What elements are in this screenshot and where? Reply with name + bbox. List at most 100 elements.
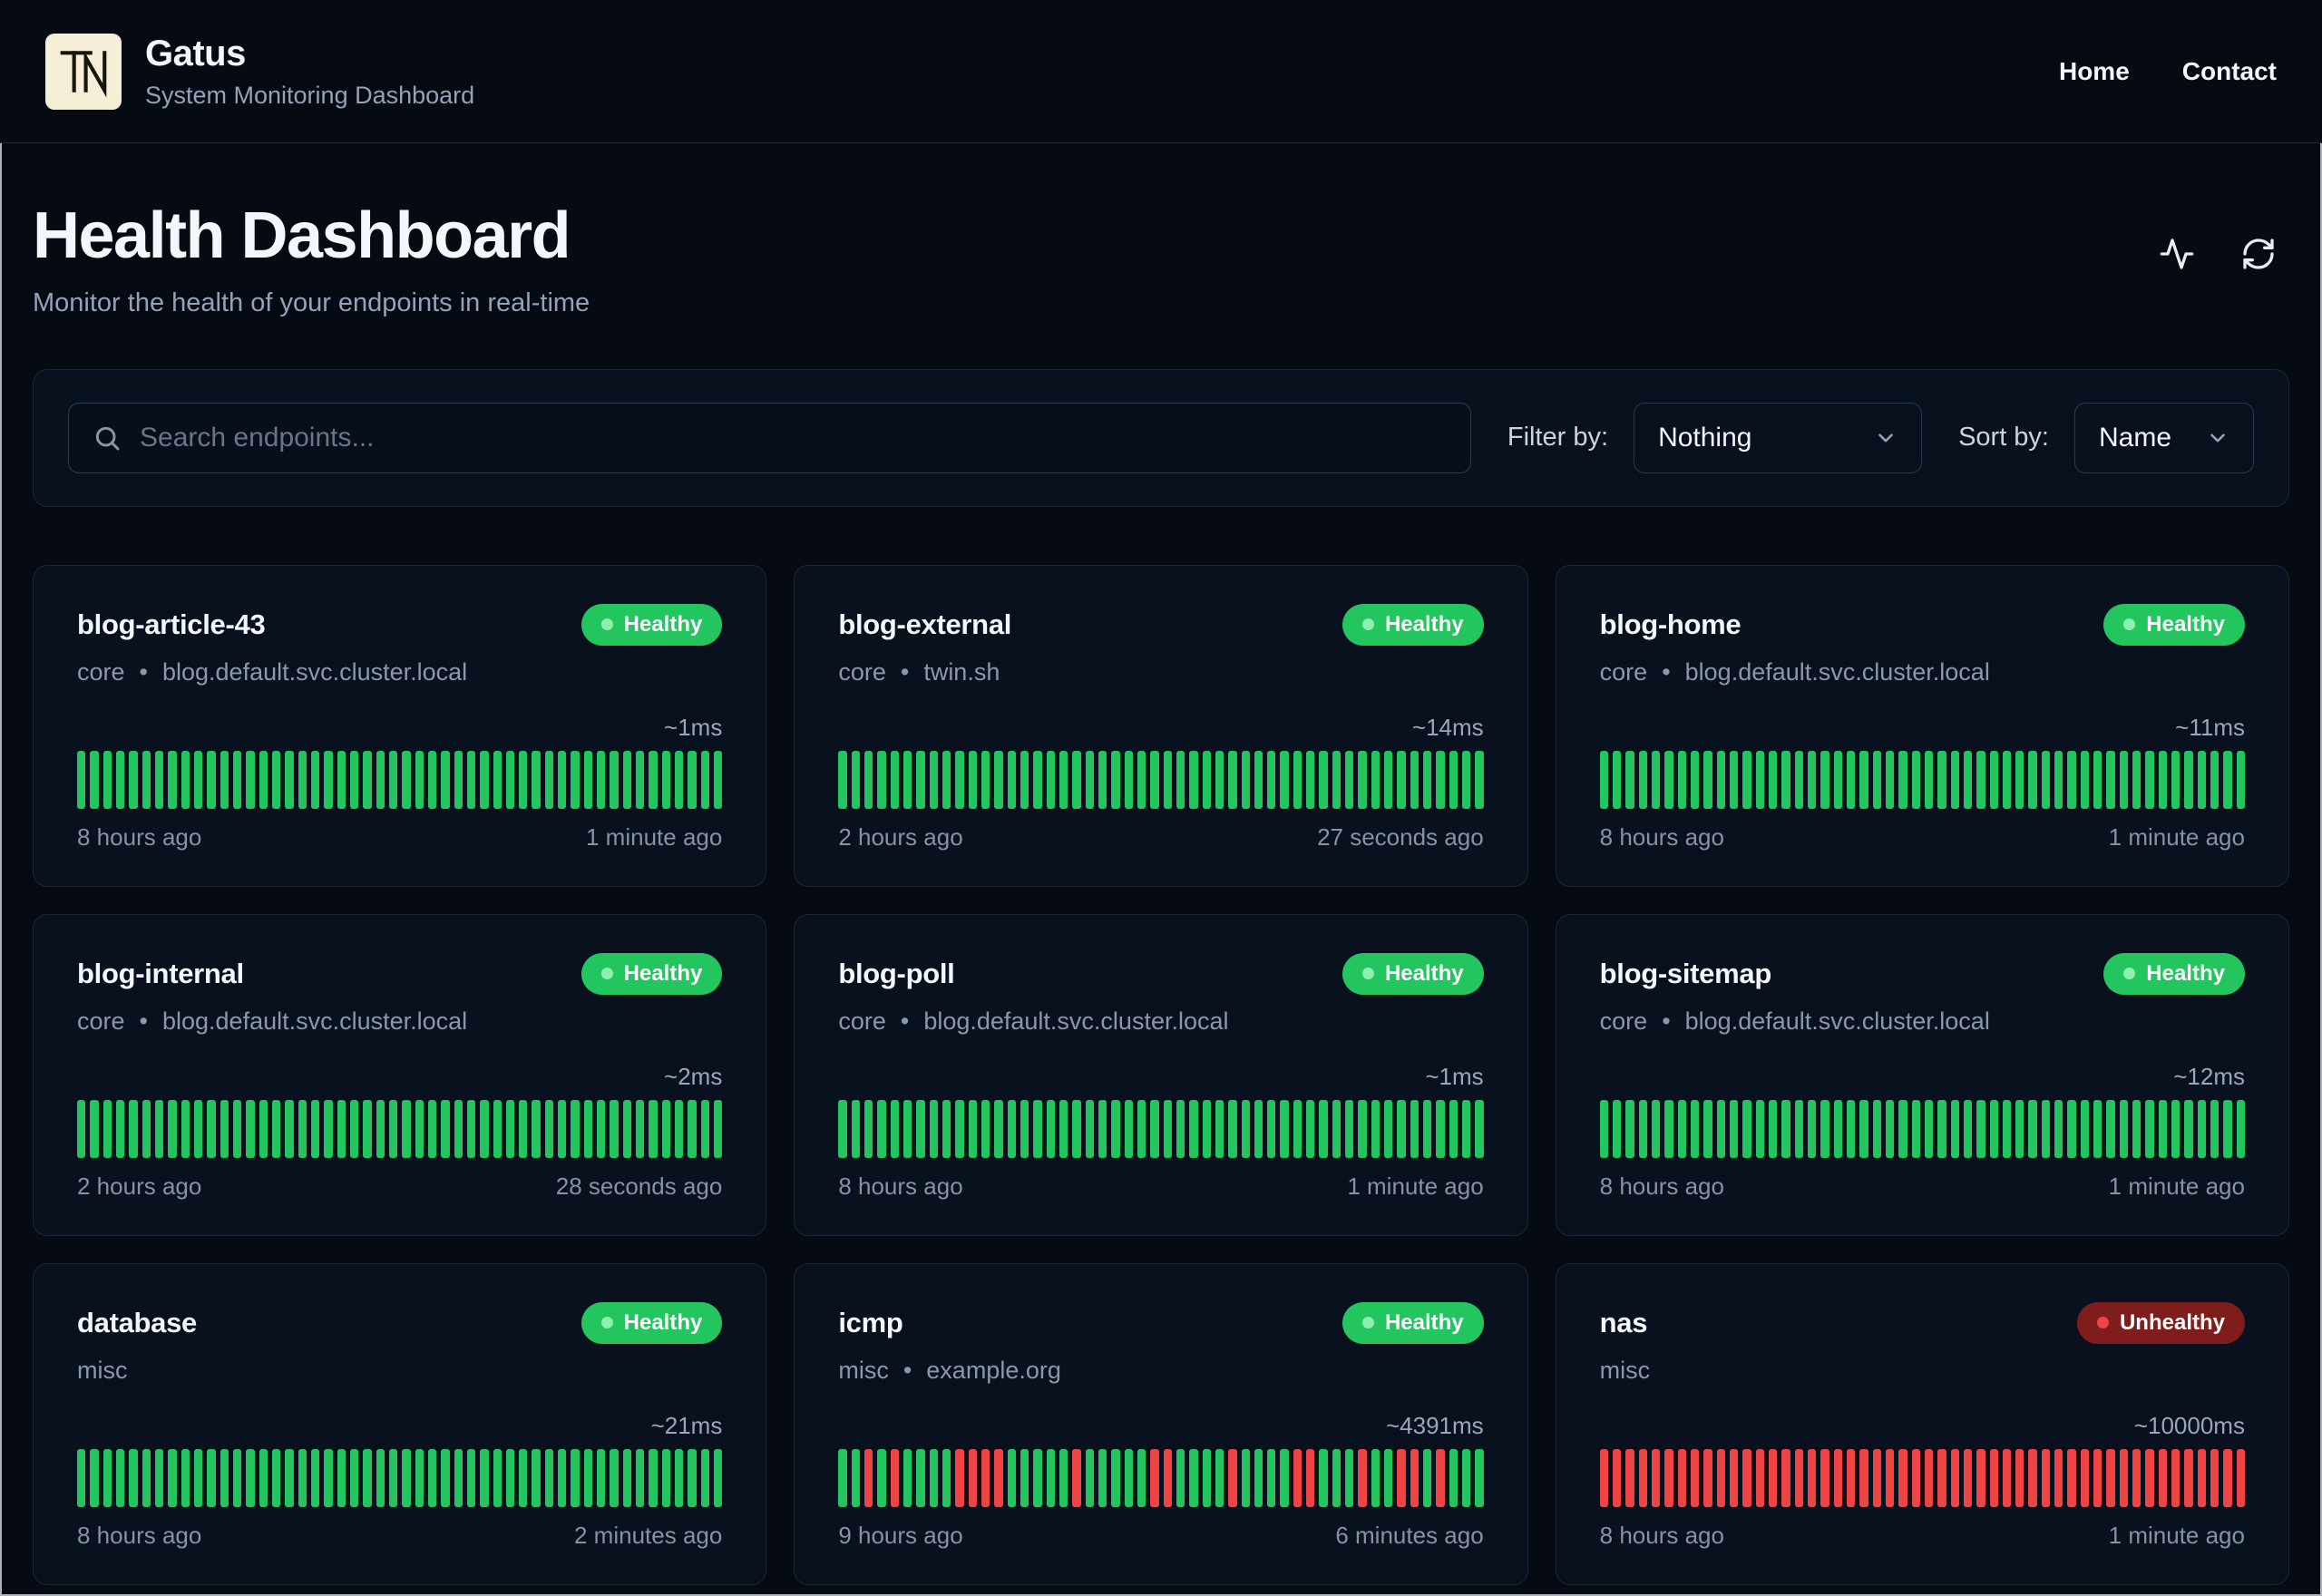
uptime-bar-up[interactable] — [1612, 1099, 1622, 1158]
uptime-bar-up[interactable] — [571, 1448, 580, 1507]
uptime-bar-up[interactable] — [1781, 1099, 1790, 1158]
uptime-bar-up[interactable] — [1716, 1099, 1725, 1158]
uptime-bar-up[interactable] — [168, 750, 177, 809]
uptime-bar-up[interactable] — [622, 750, 632, 809]
uptime-bar-down[interactable] — [863, 1448, 873, 1507]
uptime-bar-up[interactable] — [376, 750, 385, 809]
uptime-bar-up[interactable] — [2145, 1099, 2154, 1158]
uptime-bar-up[interactable] — [2132, 750, 2142, 809]
uptime-bar-up[interactable] — [141, 1448, 151, 1507]
uptime-bar-up[interactable] — [1638, 750, 1647, 809]
uptime-bar-down[interactable] — [1651, 1448, 1661, 1507]
uptime-bar-up[interactable] — [129, 1099, 138, 1158]
uptime-bar-up[interactable] — [916, 750, 925, 809]
uptime-bar-up[interactable] — [1033, 1099, 1042, 1158]
uptime-bar-up[interactable] — [941, 1099, 951, 1158]
uptime-bar-up[interactable] — [388, 1448, 398, 1507]
uptime-bar-up[interactable] — [661, 1099, 671, 1158]
uptime-bar-down[interactable] — [1807, 1448, 1817, 1507]
uptime-bar-up[interactable] — [2015, 1099, 2024, 1158]
uptime-bar-up[interactable] — [2028, 1099, 2037, 1158]
uptime-bar-up[interactable] — [851, 750, 860, 809]
uptime-bar-up[interactable] — [129, 750, 138, 809]
uptime-bar-up[interactable] — [2080, 750, 2090, 809]
uptime-bar-up[interactable] — [597, 1099, 606, 1158]
uptime-bar-up[interactable] — [544, 1099, 554, 1158]
uptime-bar-up[interactable] — [2171, 750, 2181, 809]
uptime-bar-up[interactable] — [902, 1099, 912, 1158]
uptime-bar-up[interactable] — [1241, 1099, 1250, 1158]
uptime-bar-up[interactable] — [1371, 750, 1381, 809]
uptime-bar-down[interactable] — [1306, 1448, 1315, 1507]
uptime-bar-up[interactable] — [1111, 1099, 1120, 1158]
uptime-bar-up[interactable] — [544, 1448, 554, 1507]
uptime-bar-down[interactable] — [1436, 1448, 1445, 1507]
uptime-bar-up[interactable] — [2171, 1099, 2181, 1158]
uptime-bar-up[interactable] — [271, 1099, 281, 1158]
uptime-bar-up[interactable] — [298, 750, 307, 809]
uptime-bar-down[interactable] — [1163, 1448, 1172, 1507]
uptime-bar-up[interactable] — [688, 750, 697, 809]
uptime-bar-up[interactable] — [2210, 750, 2220, 809]
uptime-bar-up[interactable] — [376, 1099, 385, 1158]
uptime-bar-up[interactable] — [1625, 750, 1634, 809]
uptime-bar-up[interactable] — [1111, 750, 1120, 809]
uptime-bar-up[interactable] — [349, 1448, 359, 1507]
uptime-bar-up[interactable] — [1280, 1099, 1289, 1158]
uptime-bar-down[interactable] — [968, 1448, 977, 1507]
uptime-bar-up[interactable] — [1625, 1099, 1634, 1158]
uptime-bar-up[interactable] — [558, 750, 567, 809]
uptime-bar-up[interactable] — [714, 1448, 723, 1507]
uptime-bar-up[interactable] — [1228, 750, 1237, 809]
uptime-bar-up[interactable] — [649, 1099, 658, 1158]
uptime-bar-up[interactable] — [220, 1099, 229, 1158]
uptime-bar-up[interactable] — [1072, 1099, 1081, 1158]
uptime-bar-up[interactable] — [1924, 750, 1934, 809]
uptime-bar-up[interactable] — [571, 1099, 580, 1158]
uptime-bar-up[interactable] — [675, 1099, 684, 1158]
uptime-bar-down[interactable] — [1963, 1448, 1973, 1507]
uptime-bar-up[interactable] — [232, 1099, 242, 1158]
uptime-bar-up[interactable] — [337, 1448, 346, 1507]
uptime-bar-up[interactable] — [1742, 750, 1751, 809]
uptime-bar-up[interactable] — [1807, 750, 1817, 809]
uptime-bar-up[interactable] — [1332, 1448, 1341, 1507]
uptime-bar-up[interactable] — [259, 1448, 268, 1507]
uptime-bar-up[interactable] — [610, 1448, 619, 1507]
uptime-bar-down[interactable] — [994, 1448, 1003, 1507]
uptime-bar-down[interactable] — [1911, 1448, 1920, 1507]
uptime-bar-down[interactable] — [2145, 1448, 2154, 1507]
uptime-bar-up[interactable] — [1189, 1448, 1198, 1507]
uptime-bar-up[interactable] — [1371, 1448, 1381, 1507]
uptime-bar-up[interactable] — [1651, 1099, 1661, 1158]
uptime-bar-up[interactable] — [1345, 1448, 1354, 1507]
uptime-bar-up[interactable] — [1859, 750, 1868, 809]
uptime-bar-down[interactable] — [2093, 1448, 2102, 1507]
uptime-bar-up[interactable] — [1872, 750, 1881, 809]
uptime-bar-up[interactable] — [851, 1448, 860, 1507]
uptime-bar-up[interactable] — [1898, 750, 1907, 809]
uptime-bar-up[interactable] — [1384, 1448, 1393, 1507]
uptime-bar-up[interactable] — [480, 1448, 489, 1507]
uptime-bar-up[interactable] — [427, 1448, 437, 1507]
uptime-bar-up[interactable] — [610, 1099, 619, 1158]
uptime-bar-down[interactable] — [1625, 1448, 1634, 1507]
uptime-bar-up[interactable] — [1976, 750, 1985, 809]
uptime-bar-up[interactable] — [1345, 750, 1354, 809]
uptime-bar-up[interactable] — [168, 1448, 177, 1507]
uptime-bar-up[interactable] — [1332, 1099, 1341, 1158]
uptime-bar-up[interactable] — [1176, 750, 1185, 809]
uptime-bar-down[interactable] — [1742, 1448, 1751, 1507]
uptime-bar-up[interactable] — [1729, 1099, 1739, 1158]
uptime-bar-up[interactable] — [1989, 750, 1998, 809]
endpoint-card[interactable]: blog-internal Healthy core • blog.defaul… — [33, 913, 767, 1236]
uptime-bars[interactable] — [1599, 750, 2246, 809]
uptime-bar-up[interactable] — [1085, 1099, 1094, 1158]
uptime-bar-up[interactable] — [622, 1099, 632, 1158]
uptime-bar-up[interactable] — [246, 750, 255, 809]
uptime-bar-up[interactable] — [1664, 1099, 1673, 1158]
uptime-bar-up[interactable] — [1729, 750, 1739, 809]
uptime-bar-up[interactable] — [1924, 1099, 1934, 1158]
uptime-bar-up[interactable] — [259, 750, 268, 809]
uptime-bar-down[interactable] — [1690, 1448, 1700, 1507]
